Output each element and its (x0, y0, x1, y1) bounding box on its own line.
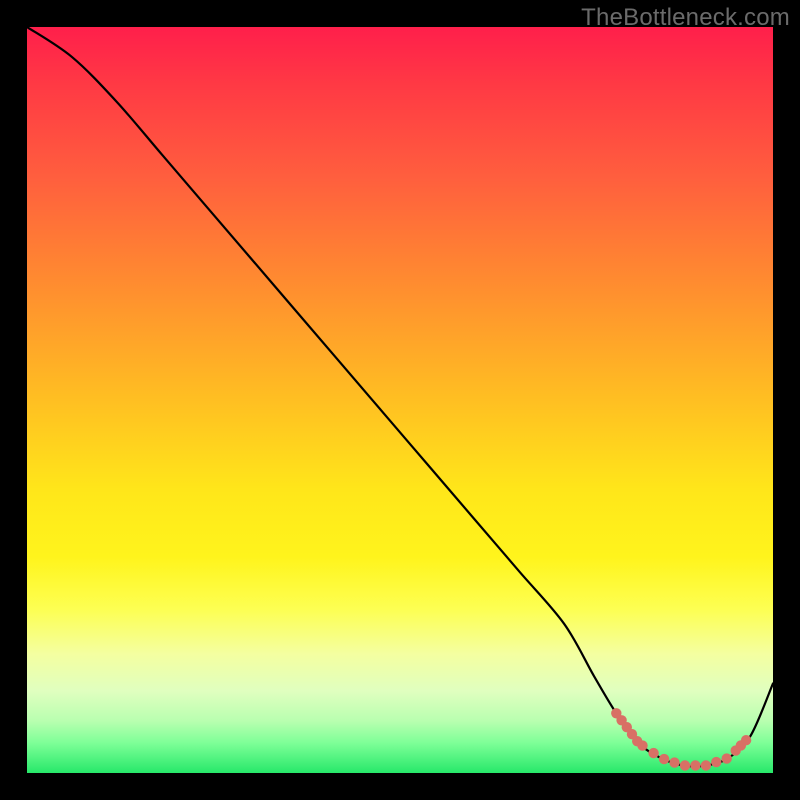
highlight-dot (669, 757, 679, 767)
plot-area (27, 27, 773, 773)
highlight-dot (701, 760, 711, 770)
bottleneck-curve-path (27, 27, 773, 766)
watermark-text: TheBottleneck.com (581, 4, 790, 32)
highlight-dot (680, 760, 690, 770)
chart-frame: TheBottleneck.com (0, 0, 800, 800)
valley-highlight-dots (611, 708, 751, 771)
highlight-dot (690, 760, 700, 770)
curve-layer (27, 27, 773, 773)
highlight-dot (741, 735, 751, 745)
highlight-dot (711, 757, 721, 767)
highlight-dot (659, 754, 669, 764)
highlight-dot (648, 748, 658, 758)
highlight-dot (722, 753, 732, 763)
highlight-dot (637, 740, 647, 750)
